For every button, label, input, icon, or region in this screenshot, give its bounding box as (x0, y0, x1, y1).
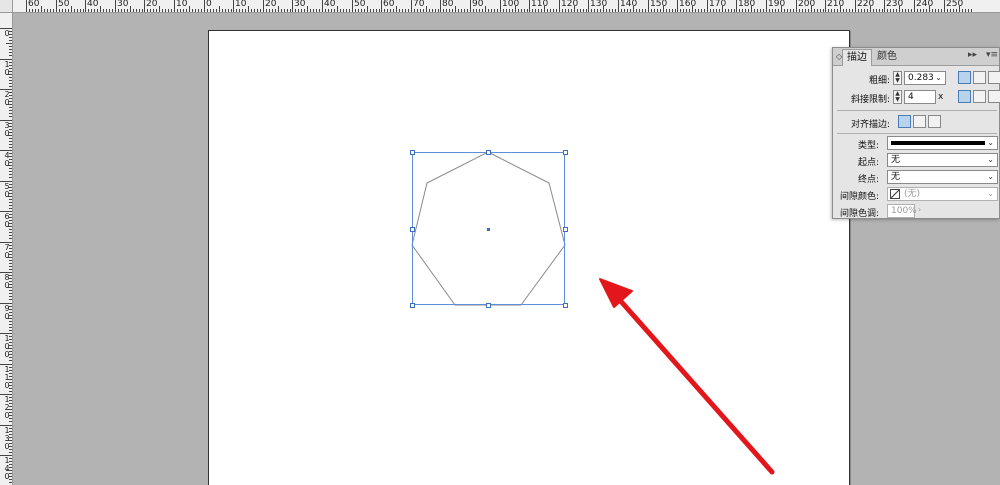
gap-color-label: 间隙颜色: (839, 192, 879, 202)
align-stroke-label: 对齐描边: (850, 120, 890, 130)
weight-label: 粗细: (868, 76, 890, 86)
align-stroke-row: 对齐描边: (833, 115, 1000, 132)
gap-tint-label: 间隙色调: (839, 209, 879, 219)
none-swatch-icon (890, 189, 900, 199)
collapse-panel-icon[interactable]: ▸▸ (968, 50, 977, 60)
miter-unit-label: x (938, 92, 944, 102)
weight-stepper[interactable]: ▲ ▼ (893, 71, 902, 85)
divider (837, 110, 997, 111)
panel-menu-icon[interactable]: ▾≡ (986, 50, 998, 60)
miter-row: 斜接限制: ▲ ▼ 4 x (833, 90, 1000, 107)
align-outside-icon[interactable] (928, 115, 941, 128)
handle-bottom-left[interactable] (410, 303, 415, 308)
align-center-icon[interactable] (898, 115, 911, 128)
butt-cap-icon[interactable] (958, 71, 971, 84)
chevron-down-icon: ⌄ (987, 155, 994, 164)
selection-center-point[interactable] (487, 228, 490, 231)
chevron-down-icon: ⌄ (935, 73, 942, 82)
gap-tint-row: 间隙色调: 100% › (833, 204, 1000, 221)
start-label: 起点: (857, 158, 879, 168)
weight-row: 粗细: ▲ ▼ 0.283 ⌄ (833, 71, 1000, 88)
miter-limit-field[interactable]: 4 (904, 90, 936, 104)
handle-top-left[interactable] (410, 150, 415, 155)
panel-tab-bar: ◇ 描边 颜色 ▸▸ ▾≡ (833, 48, 999, 66)
chevron-down-icon: ⌄ (987, 138, 994, 147)
stroke-panel: ◇ 描边 颜色 ▸▸ ▾≡ 粗细: ▲ ▼ 0.283 ⌄ 斜接限制: ▲ ▼ 4 x… (832, 47, 1000, 219)
type-row: 类型: ⌄ (833, 136, 1000, 153)
gap-color-dropdown[interactable]: (无) ⌄ (887, 187, 998, 201)
bevel-join-icon[interactable] (988, 90, 1000, 103)
divider (837, 133, 997, 134)
align-inside-icon[interactable] (913, 115, 926, 128)
gap-tint-field[interactable]: 100% (887, 204, 917, 218)
end-label: 终点: (857, 175, 879, 185)
end-dropdown[interactable]: 无 ⌄ (887, 170, 998, 184)
red-arrow-head (599, 278, 633, 308)
handle-bottom-right[interactable] (563, 303, 568, 308)
handle-top-right[interactable] (563, 150, 568, 155)
end-row: 终点: 无 ⌄ (833, 170, 1000, 187)
chevron-right-icon[interactable]: › (918, 205, 921, 214)
handle-middle-left[interactable] (410, 227, 415, 232)
start-row: 起点: 无 ⌄ (833, 153, 1000, 170)
chevron-down-icon: ⌄ (987, 172, 994, 181)
start-dropdown[interactable]: 无 ⌄ (887, 153, 998, 167)
miter-limit-label: 斜接限制: (850, 95, 890, 105)
tab-stroke[interactable]: 描边 (842, 49, 872, 66)
stroke-type-dropdown[interactable]: ⌄ (887, 136, 998, 150)
handle-middle-right[interactable] (563, 227, 568, 232)
round-cap-icon[interactable] (973, 71, 986, 84)
tab-color[interactable]: 颜色 (873, 49, 901, 66)
handle-top-center[interactable] (486, 150, 491, 155)
miter-join-icon[interactable] (958, 90, 971, 103)
weight-field[interactable]: 0.283 ⌄ (904, 71, 946, 85)
handle-bottom-center[interactable] (486, 303, 491, 308)
gap-color-row: 间隙颜色: (无) ⌄ (833, 187, 1000, 204)
miter-stepper[interactable]: ▲ ▼ (893, 90, 902, 104)
type-label: 类型: (857, 141, 879, 151)
red-arrow-shaft (615, 295, 775, 475)
projecting-cap-icon[interactable] (988, 71, 1000, 84)
solid-line-swatch (891, 141, 985, 145)
round-join-icon[interactable] (973, 90, 986, 103)
chevron-down-icon: ⌄ (987, 189, 994, 198)
